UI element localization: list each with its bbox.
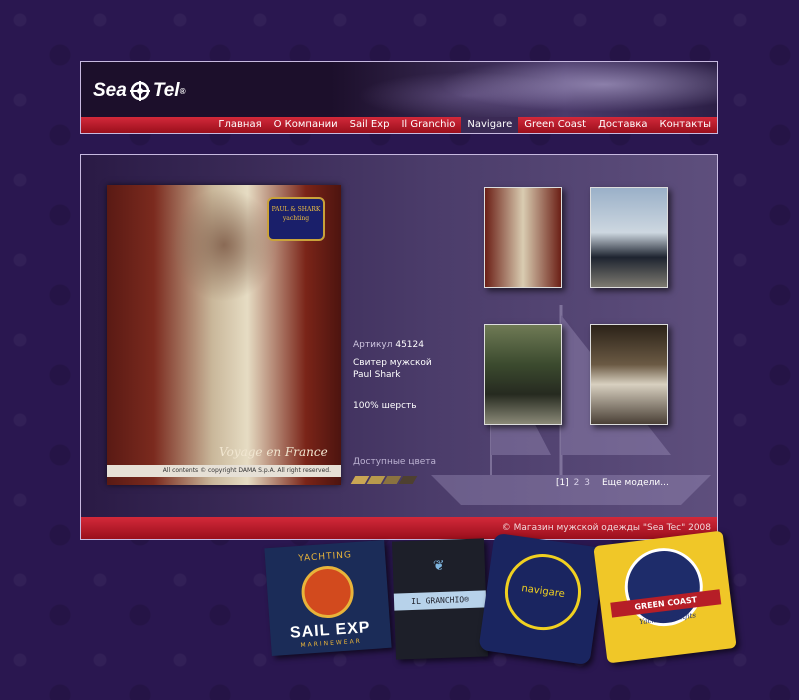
footer-copyright: © Магазин мужской одежды "Sea Tec" 2008 bbox=[81, 517, 717, 539]
navigare-name: navigare bbox=[500, 549, 586, 635]
thumbnail-1[interactable] bbox=[484, 187, 562, 288]
logo-text-right: Tel bbox=[152, 80, 180, 101]
crab-ornament-icon: ❦ bbox=[432, 557, 445, 575]
more-models-link[interactable]: Еще модели... bbox=[602, 478, 669, 488]
paul-shark-badge: PAUL & SHARK yachting bbox=[267, 197, 325, 241]
page-link-1[interactable]: [1] bbox=[556, 478, 569, 488]
nav-item-navigare[interactable]: Navigare bbox=[461, 117, 519, 133]
pagination: [1] 2 3 bbox=[556, 478, 592, 488]
sail-exp-emblem-icon bbox=[299, 564, 356, 620]
color-swatches bbox=[350, 476, 418, 484]
il-granchio-label[interactable]: ❦ IL GRANCHIO® bbox=[391, 538, 489, 660]
header-wave-image bbox=[331, 62, 717, 118]
il-granchio-name: IL GRANCHIO® bbox=[393, 590, 487, 611]
product-panel: PAUL & SHARK yachting Voyage en France A… bbox=[80, 154, 718, 540]
sea-tel-logo[interactable]: Sea Tel ® bbox=[93, 78, 185, 104]
photo-copyright: All contents © copyright DAMA S.p.A. All… bbox=[107, 465, 341, 477]
logo-registered-mark: ® bbox=[179, 86, 186, 96]
thumbnail-2[interactable] bbox=[590, 187, 668, 288]
ship-wheel-icon bbox=[129, 81, 150, 101]
logo-text-left: Sea bbox=[93, 80, 127, 101]
main-nav: Главная О Компании Sail Exp Il Granchio … bbox=[81, 117, 717, 133]
article-label: Артикул bbox=[353, 340, 393, 350]
nav-item-il-granchio[interactable]: Il Granchio bbox=[395, 117, 461, 133]
green-coast-label[interactable]: GREEN COAST Yachting Outfits bbox=[593, 530, 737, 664]
color-swatch[interactable] bbox=[398, 476, 418, 484]
product-name: Свитер мужской Paul Shark bbox=[353, 358, 432, 380]
main-product-photo[interactable]: PAUL & SHARK yachting Voyage en France A… bbox=[107, 185, 341, 485]
nav-item-contacts[interactable]: Контакты bbox=[654, 117, 717, 133]
site-header: Sea Tel ® Главная О Компании Sail Exp Il… bbox=[80, 61, 718, 134]
nav-item-home[interactable]: Главная bbox=[212, 117, 267, 133]
nav-item-delivery[interactable]: Доставка bbox=[592, 117, 653, 133]
article-line: Артикул 45124 bbox=[353, 340, 424, 350]
nav-item-sail-exp[interactable]: Sail Exp bbox=[344, 117, 396, 133]
article-number: 45124 bbox=[395, 340, 424, 350]
page-link-2[interactable]: 2 bbox=[574, 478, 580, 488]
sail-exp-top-text: YACHTING bbox=[297, 550, 353, 564]
nav-item-green-coast[interactable]: Green Coast bbox=[518, 117, 592, 133]
product-material: 100% шерсть bbox=[353, 401, 417, 411]
brand-labels: YACHTING SAIL EXP MARINEWEAR ❦ IL GRANCH… bbox=[260, 530, 740, 700]
nav-item-about[interactable]: О Компании bbox=[268, 117, 344, 133]
photo-caption: Voyage en France bbox=[219, 445, 328, 459]
page-link-3[interactable]: 3 bbox=[584, 478, 590, 488]
thumbnail-4[interactable] bbox=[590, 324, 668, 425]
navigare-label[interactable]: navigare bbox=[478, 532, 606, 666]
thumbnail-3[interactable] bbox=[484, 324, 562, 425]
available-colors-label: Доступные цвета bbox=[353, 457, 437, 467]
sail-exp-label[interactable]: YACHTING SAIL EXP MARINEWEAR bbox=[264, 539, 392, 657]
